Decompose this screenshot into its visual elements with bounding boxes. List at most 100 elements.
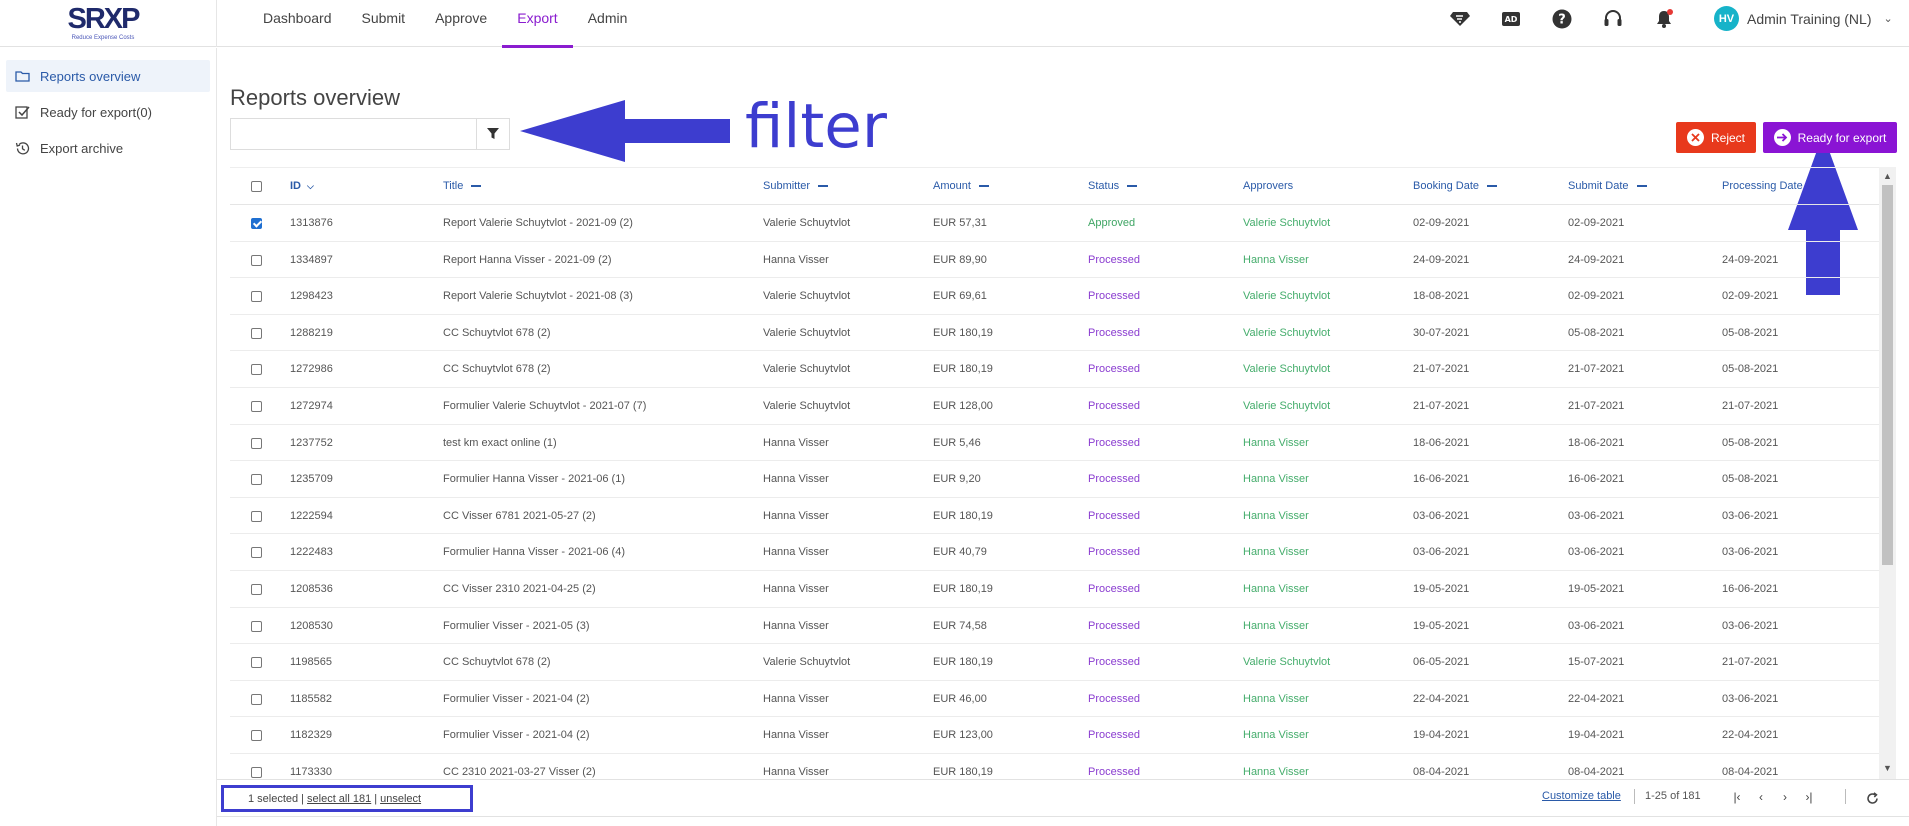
bell-icon[interactable] [1649,6,1679,32]
row-checkbox[interactable] [251,254,262,266]
headset-icon[interactable] [1598,6,1628,32]
srxp-logo[interactable]: SRXP Reduce Expense Costs [66,4,141,41]
sidebar-item-ready-for-export[interactable]: Ready for export(0) [6,96,210,128]
help-icon[interactable]: ? [1547,6,1577,32]
scroll-thumb[interactable] [1882,185,1893,565]
sidebar-item-reports-overview[interactable]: Reports overview [6,60,210,92]
row-checkbox[interactable] [251,364,262,376]
table-row[interactable]: 1334897 Report Hanna Visser - 2021-09 (2)… [230,242,1879,279]
row-checkbox[interactable] [251,437,262,449]
cell-title: CC Schuytvlot 678 (2) [443,363,551,376]
table-row[interactable]: 1185582 Formulier Visser - 2021-04 (2) Han… [230,681,1879,718]
cell-submitter: Hanna Visser [763,473,829,486]
table-row[interactable]: 1288219 CC Schuytvlot 678 (2) Valerie Schu… [230,315,1879,352]
cell-approvers: Valerie Schuytvlot [1243,217,1331,229]
select-all-link[interactable]: select all 181 [307,793,371,805]
superman-icon[interactable] [1445,6,1475,32]
row-checkbox[interactable] [251,401,262,412]
table-row[interactable]: 1182329 Formulier Visser - 2021-04 (2) Han… [230,717,1879,754]
column-header-processing-date[interactable]: Processing Date [1722,168,1803,205]
last-page-button[interactable]: ›| [1798,787,1820,807]
cell-amount: EUR 57,31 [933,217,987,229]
refresh-button[interactable] [1862,788,1882,808]
table-row[interactable]: 1208530 Formulier Visser - 2021-05 (3) Han… [230,608,1879,645]
row-checkbox[interactable] [251,474,262,486]
filter-button[interactable] [476,118,510,150]
table-row[interactable]: 1272974 Formulier Valerie Schuytvlot - 20… [230,388,1879,425]
column-header-id[interactable]: ID ⌵ [290,168,314,205]
next-page-button[interactable]: › [1774,787,1796,807]
scroll-down-icon[interactable]: ▼ [1883,763,1892,773]
ad-icon[interactable]: AD [1496,6,1526,32]
row-checkbox[interactable] [251,510,262,522]
cell-id: 1185582 [290,692,333,705]
cell-status: Processed [1088,436,1140,449]
scroll-up-icon[interactable]: ▲ [1883,171,1892,181]
row-checkbox[interactable] [251,218,262,229]
cell-submit-date: 22-04-2021 [1568,692,1625,705]
customize-table-link[interactable]: Customize table [1542,790,1621,802]
table-row[interactable]: 1198565 CC Schuytvlot 678 (2) Valerie Schu… [230,644,1879,681]
nav-dashboard[interactable]: Dashboard [248,0,347,47]
column-header-status[interactable]: Status [1088,168,1138,205]
column-header-approvers[interactable]: Approvers [1243,168,1293,205]
cell-approvers: Hanna Visser [1243,253,1309,266]
row-checkbox[interactable] [251,620,262,632]
row-checkbox[interactable] [251,547,262,559]
nav-export[interactable]: Export [502,0,574,48]
column-header-booking-date[interactable]: Booking Date [1413,168,1498,205]
cell-approvers: Valerie Schuytvlot [1243,326,1331,339]
row-checkbox[interactable] [251,657,262,669]
user-name: Admin Training (NL) [1747,10,1872,27]
cell-title: Formulier Hanna Visser - 2021-06 (4) [443,546,625,559]
select-all-checkbox[interactable] [251,181,262,192]
cell-processing-date: 22-04-2021 [1722,729,1779,742]
table-row[interactable]: 1313876 Report Valerie Schuytvlot - 2021-… [230,205,1879,242]
table-row[interactable]: 1208536 CC Visser 2310 2021-04-25 (2) Hann… [230,571,1879,608]
nav-approve[interactable]: Approve [420,0,502,47]
user-menu[interactable]: HV Admin Training (NL) ⌄ [1714,6,1893,31]
cell-title: CC Schuytvlot 678 (2) [443,656,551,669]
history-icon [15,141,30,154]
table-scrollbar[interactable]: ▲ ▼ [1879,167,1896,779]
cell-submitter: Valerie Schuytvlot [763,326,851,339]
cell-amount: EUR 128,00 [933,400,993,412]
row-checkbox[interactable] [251,693,262,705]
column-header-amount[interactable]: Amount [933,168,989,205]
column-header-submitter[interactable]: Submitter [763,168,829,205]
nav-submit[interactable]: Submit [347,0,421,47]
search-input[interactable] [230,118,477,150]
cell-submit-date: 05-08-2021 [1568,326,1625,339]
unselect-link[interactable]: unselect [380,793,421,805]
table-row[interactable]: 1298423 Report Valerie Schuytvlot - 2021-… [230,278,1879,315]
table-row[interactable]: 1222594 CC Visser 6781 2021-05-27 (2) Hann… [230,498,1879,535]
sidebar-item-export-archive[interactable]: Export archive [6,132,210,164]
table-row[interactable]: 1272986 CC Schuytvlot 678 (2) Valerie Schu… [230,351,1879,388]
cell-processing-date: 03-06-2021 [1722,619,1779,632]
cell-booking-date: 18-06-2021 [1413,436,1470,449]
sort-neutral-icon [1127,185,1138,188]
table-row[interactable]: 1173330 CC 2310 2021-03-27 Visser (2) Hann… [230,754,1879,779]
table-row[interactable]: 1237752 test km exact online (1) Hanna Vis… [230,425,1879,462]
row-checkbox[interactable] [251,767,262,778]
column-header-title[interactable]: Title [443,168,482,205]
ready-for-export-button[interactable]: Ready for export [1763,122,1897,153]
row-checkbox[interactable] [251,730,262,742]
table-row[interactable]: 1222483 Formulier Hanna Visser - 2021-06 … [230,534,1879,571]
cell-submitter: Hanna Visser [763,619,829,632]
cell-approvers: Hanna Visser [1243,692,1309,705]
nav-admin[interactable]: Admin [573,0,643,47]
table-row[interactable]: 1235709 Formulier Hanna Visser - 2021-06 … [230,461,1879,498]
column-header-submit-date[interactable]: Submit Date [1568,168,1647,205]
chevron-down-icon: ⌄ [1883,13,1893,25]
cell-amount: EUR 89,90 [933,253,987,266]
first-page-button[interactable]: |‹ [1726,787,1748,807]
prev-page-button[interactable]: ‹ [1750,787,1772,807]
cell-booking-date: 03-06-2021 [1413,509,1470,522]
cell-submitter: Hanna Visser [763,766,829,778]
reject-button[interactable]: Reject [1676,122,1756,153]
row-checkbox[interactable] [251,291,262,303]
cell-processing-date: 21-07-2021 [1722,656,1779,669]
row-checkbox[interactable] [251,584,262,595]
row-checkbox[interactable] [251,327,262,339]
